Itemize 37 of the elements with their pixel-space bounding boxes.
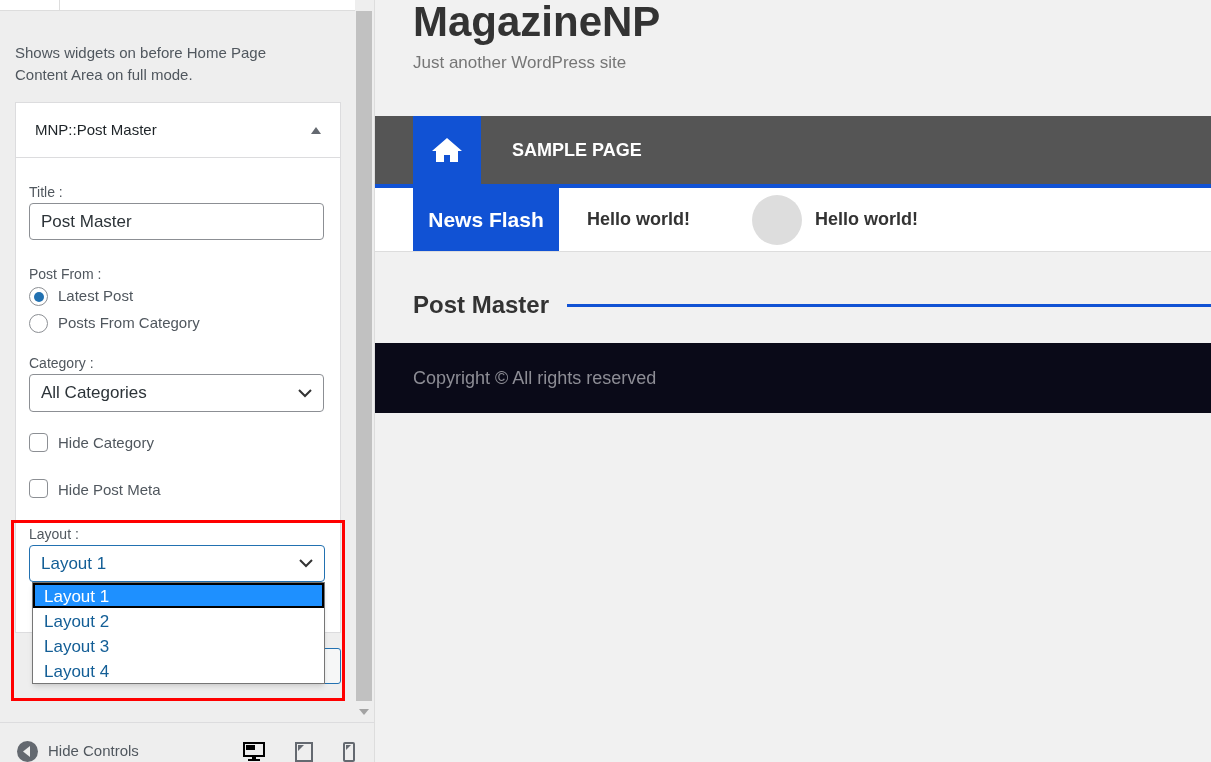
copyright-text: Copyright © All rights reserved bbox=[413, 366, 657, 390]
radio-button[interactable] bbox=[29, 287, 48, 306]
widget-header[interactable]: MNP::Post Master bbox=[16, 103, 340, 158]
section-heading: Post Master bbox=[413, 290, 550, 320]
news-link[interactable]: Hello world! bbox=[587, 206, 690, 233]
collapse-triangle-icon[interactable] bbox=[311, 126, 321, 134]
chevron-down-icon bbox=[299, 559, 313, 568]
dropdown-option[interactable]: Layout 3 bbox=[33, 633, 324, 658]
news-link[interactable]: Hello world! bbox=[815, 206, 918, 233]
site-tagline: Just another WordPress site bbox=[413, 52, 628, 74]
mobile-preview-icon[interactable] bbox=[343, 741, 355, 762]
checkbox-label[interactable]: Hide Post Meta bbox=[58, 478, 161, 501]
hide-controls-button[interactable]: Hide Controls bbox=[48, 740, 139, 762]
field-label: Title : bbox=[29, 184, 64, 200]
checkbox-label[interactable]: Hide Category bbox=[58, 432, 154, 455]
news-flash-label: News Flash bbox=[413, 188, 559, 251]
dropdown-option[interactable]: Layout 4 bbox=[33, 658, 324, 683]
desktop-preview-icon[interactable] bbox=[243, 741, 265, 762]
description-text: Shows widgets on before Home Page Content Area on full mode. bbox=[15, 43, 267, 85]
field-label: Layout : bbox=[29, 525, 80, 543]
radio-label[interactable]: Posts From Category bbox=[58, 312, 200, 335]
widget-title: MNP::Post Master bbox=[35, 119, 157, 140]
category-select[interactable]: All Categories bbox=[29, 374, 324, 412]
checkbox[interactable] bbox=[29, 479, 48, 499]
field-label: Category : bbox=[29, 354, 95, 372]
tablet-preview-icon[interactable] bbox=[295, 741, 313, 762]
radio-button[interactable] bbox=[29, 314, 48, 333]
field-label: Post From : bbox=[29, 265, 103, 283]
home-icon bbox=[431, 137, 463, 163]
radio-label[interactable]: Latest Post bbox=[58, 285, 134, 308]
title-input[interactable]: Post Master bbox=[29, 203, 324, 240]
chevron-down-icon bbox=[298, 388, 312, 398]
dropdown-option[interactable]: Layout 2 bbox=[33, 608, 324, 633]
site-title[interactable]: MagazineNP bbox=[413, 0, 661, 44]
nav-link[interactable]: SAMPLE PAGE bbox=[481, 116, 673, 184]
home-menu-item[interactable] bbox=[413, 116, 481, 184]
checkbox[interactable] bbox=[29, 432, 48, 452]
